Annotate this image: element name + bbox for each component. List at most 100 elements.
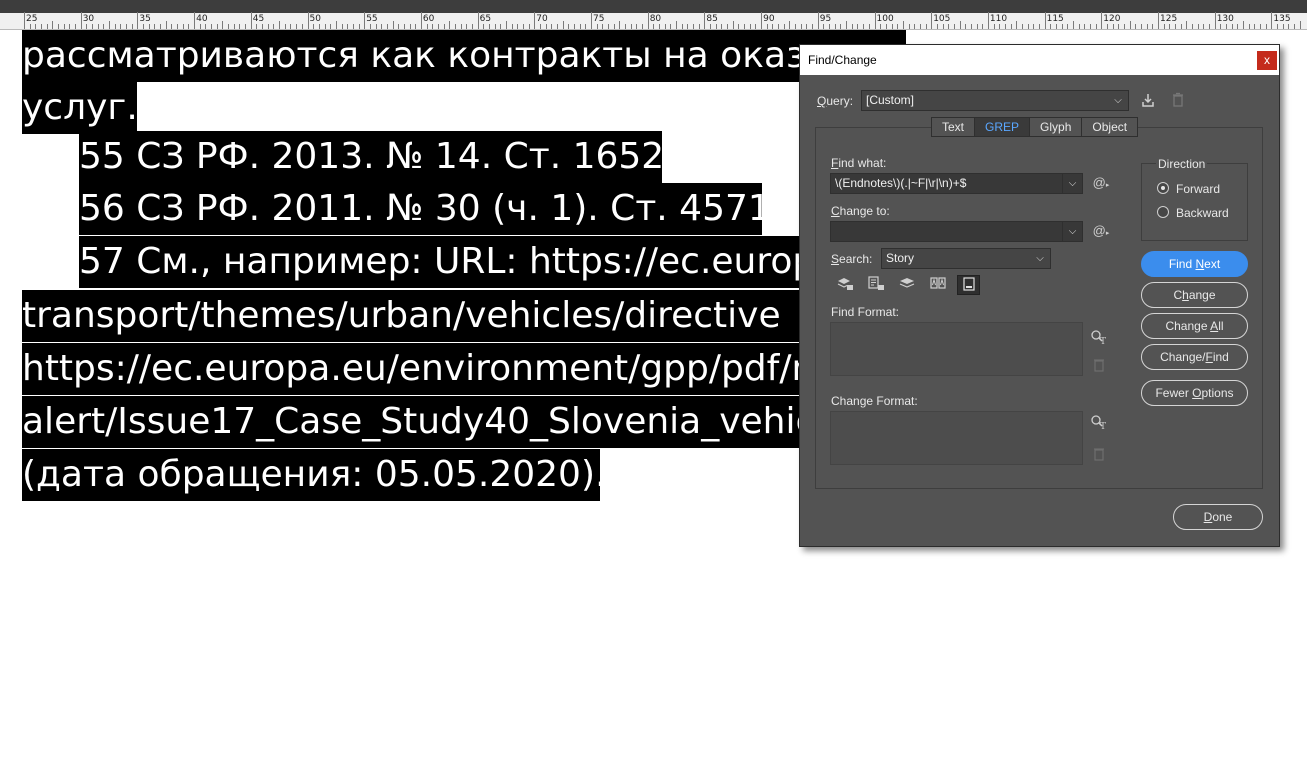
ruler-tick <box>795 24 797 29</box>
ruler-tick <box>761 12 763 29</box>
close-button[interactable]: x <box>1257 51 1277 70</box>
ruler-tick <box>908 24 910 29</box>
find-format-label: Find Format: <box>831 305 900 319</box>
ruler-tick <box>80 12 82 29</box>
tab-glyph[interactable]: Glyph <box>1030 117 1083 137</box>
specify-find-format-icon[interactable]: T <box>1090 328 1108 347</box>
save-query-icon[interactable] <box>1139 92 1157 110</box>
trash-icon[interactable] <box>1170 92 1186 110</box>
include-master-pages-icon[interactable] <box>926 275 949 295</box>
backward-radio[interactable] <box>1157 206 1169 218</box>
ruler-tick <box>511 24 513 29</box>
text-line[interactable]: alert/Issue17_Case_Study40_Slovenia_vehi… <box>22 396 806 448</box>
ruler-tick <box>630 24 632 29</box>
specify-change-format-icon[interactable]: T <box>1090 413 1108 432</box>
special-characters-find-icon[interactable]: @▸ <box>1090 175 1112 193</box>
find-format-box[interactable] <box>830 322 1083 376</box>
horizontal-ruler[interactable]: 25 30 35 40 45 50 55 60 65 70 75 80 85 90 95 100 105 110 1… <box>0 0 1307 30</box>
change-to-field[interactable]: ⌵ <box>830 221 1083 242</box>
ruler-tick <box>1282 24 1284 29</box>
backward-label[interactable]: Backward <box>1176 206 1229 220</box>
ruler-tick <box>1237 24 1239 29</box>
ruler-label: 115 <box>1046 14 1064 24</box>
include-locked-stories-icon[interactable] <box>864 275 887 295</box>
text-line[interactable]: рассматриваются как контракты на оказ <box>22 30 906 82</box>
search-scope-dropdown[interactable]: Story ⌵ <box>881 248 1051 269</box>
change-find-button[interactable]: Change/Find <box>1141 344 1248 370</box>
ruler-tick <box>925 24 927 29</box>
clear-change-format-icon[interactable] <box>1091 447 1107 463</box>
ruler-tick <box>284 24 286 29</box>
ruler-label: 60 <box>422 14 435 24</box>
ruler-tick <box>341 24 343 29</box>
ruler-tick <box>715 24 717 29</box>
tab-object[interactable]: Object <box>1082 117 1139 137</box>
ruler-tick <box>75 24 77 29</box>
ruler-tick <box>766 24 768 29</box>
ruler-label: 50 <box>309 14 321 24</box>
tab-text[interactable]: Text <box>931 117 976 137</box>
ruler-tick <box>432 24 434 29</box>
ruler-tick <box>591 12 592 29</box>
ruler-tick <box>109 21 111 29</box>
ruler-tick <box>840 24 842 29</box>
ruler-tick <box>744 24 746 29</box>
ruler-tick <box>165 21 167 29</box>
dialog-title: Find/Change <box>808 53 877 67</box>
text-line[interactable]: услуг. <box>22 82 137 134</box>
ruler-tick <box>1016 21 1018 29</box>
find-next-button[interactable]: Find Next <box>1141 251 1248 277</box>
fewer-options-button[interactable]: Fewer Options <box>1141 380 1248 406</box>
change-all-button[interactable]: Change All <box>1141 313 1248 339</box>
ruler-tick <box>29 24 31 29</box>
include-footnotes-icon[interactable] <box>957 275 980 295</box>
ruler-tick <box>1050 24 1052 29</box>
clear-find-format-icon[interactable] <box>1091 358 1107 374</box>
text-line[interactable]: https://ec.europa.eu/environment/gpp/pdf… <box>22 343 806 395</box>
include-locked-layers-icon[interactable] <box>833 275 856 295</box>
ruler-top-bar <box>0 0 1307 13</box>
ruler-tick <box>1135 24 1137 29</box>
include-hidden-layers-icon[interactable] <box>895 275 918 295</box>
ruler-tick <box>545 24 547 29</box>
change-button[interactable]: Change <box>1141 282 1248 308</box>
ruler-tick <box>789 21 791 29</box>
forward-radio[interactable] <box>1157 182 1169 194</box>
ruler-tick <box>347 24 349 29</box>
tab-bar: Text GREP Glyph Object <box>931 117 1139 137</box>
ruler-tick <box>63 24 65 29</box>
ruler-tick <box>556 24 558 29</box>
ruler-tick <box>267 24 269 29</box>
ruler-tick <box>1197 24 1199 29</box>
done-button[interactable]: Done <box>1173 504 1263 530</box>
text-line[interactable]: 57 См., например: URL: https://ec.europ <box>79 236 806 288</box>
tab-grep[interactable]: GREP <box>975 117 1031 137</box>
text-line[interactable]: transport/themes/urban/vehicles/directiv… <box>22 290 806 342</box>
find-what-field[interactable]: \(Endnotes\)(.|~F|\r|\n)+$ ⌵ <box>830 173 1083 194</box>
ruler-tick <box>619 21 621 29</box>
ruler-tick <box>919 24 921 29</box>
ruler-tick <box>256 24 258 29</box>
ruler-tick <box>488 24 490 29</box>
ruler-tick <box>1203 24 1205 29</box>
text-line[interactable]: 55 СЗ РФ. 2013. № 14. Ст. 1652. <box>79 131 662 183</box>
forward-label[interactable]: Forward <box>1176 182 1220 196</box>
ruler-tick <box>1158 12 1159 29</box>
text-line[interactable]: 56 СЗ РФ. 2011. № 30 (ч. 1). Ст. 4571. <box>79 183 762 235</box>
ruler-tick <box>1265 24 1267 29</box>
ruler-tick <box>52 21 54 29</box>
ruler-tick <box>1067 24 1069 29</box>
ruler-label: 100 <box>876 14 894 24</box>
dialog-titlebar[interactable]: Find/Change x <box>800 45 1279 75</box>
ruler-tick <box>216 24 218 29</box>
query-dropdown[interactable]: [Custom] ⌵ <box>861 90 1129 111</box>
ruler-label: 25 <box>26 14 38 24</box>
text-line[interactable]: (дата обращения: 05.05.2020). <box>22 449 600 501</box>
special-characters-change-icon[interactable]: @▸ <box>1090 223 1112 241</box>
ruler-tick <box>398 24 400 29</box>
change-format-box[interactable] <box>830 411 1083 465</box>
ruler-tick <box>392 21 394 29</box>
ruler-tick <box>420 12 422 29</box>
ruler-tick <box>1294 24 1296 29</box>
ruler-tick <box>817 12 819 29</box>
